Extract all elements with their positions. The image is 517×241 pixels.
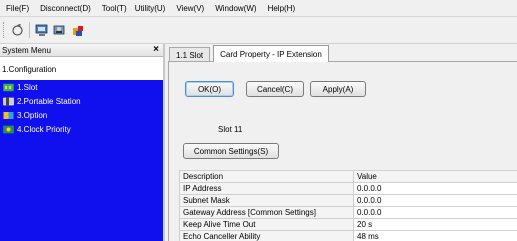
option-icon [3, 110, 14, 120]
tree-item-label: 1.Slot [17, 82, 38, 92]
user-icon[interactable] [52, 23, 67, 38]
configuration-tree: 1.Slot 2.Portable Station 3.Option 4.Clo… [0, 80, 163, 241]
menu-bar: File(F) Disconnect(D) Tool(T) Utility(U)… [0, 0, 517, 16]
toolbar-grip[interactable] [3, 22, 6, 38]
tree-item-label: 4.Clock Priority [17, 124, 71, 134]
table-row[interactable]: Keep Alive Time Out 20 s [179, 218, 517, 231]
table-row[interactable]: IP Address 0.0.0.0 [179, 182, 517, 195]
tree-item-label: 2.Portable Station [17, 96, 81, 106]
apply-button[interactable]: Apply(A) [310, 81, 366, 97]
table-row[interactable]: Echo Canceller Ability 48 ms [179, 230, 517, 241]
menu-file[interactable]: File(F) [6, 4, 29, 13]
tab-slot[interactable]: 1.1 Slot [169, 47, 211, 62]
column-header-value[interactable]: Value [353, 170, 517, 183]
menu-help[interactable]: Help(H) [268, 4, 296, 13]
system-menu-header: System Menu × [0, 44, 163, 57]
table-row[interactable]: Gateway Address [Common Settings] 0.0.0.… [179, 206, 517, 219]
toolbar-separator [29, 22, 30, 38]
tree-item-label: 3.Option [17, 110, 48, 120]
row-value[interactable]: 0.0.0.0 [353, 206, 517, 219]
row-description: Subnet Mask [179, 194, 354, 207]
row-description: IP Address [179, 182, 354, 195]
table-header-row: Description Value [179, 170, 517, 183]
toolbar [0, 16, 517, 44]
menu-window[interactable]: Window(W) [215, 4, 256, 13]
refresh-icon[interactable] [10, 23, 25, 38]
tree-item-portable-station[interactable]: 2.Portable Station [0, 94, 163, 108]
row-value[interactable]: 20 s [353, 218, 517, 231]
row-value[interactable]: 0.0.0.0 [353, 194, 517, 207]
clock-priority-icon [3, 124, 14, 134]
menu-utility[interactable]: Utility(U) [135, 4, 166, 13]
configuration-section[interactable]: 1.Configuration [0, 62, 163, 76]
connect-icon[interactable] [34, 23, 49, 38]
row-value[interactable]: 48 ms [353, 230, 517, 241]
main-panel: 1.1 Slot Card Property - IP Extension OK… [166, 44, 517, 241]
portable-station-icon [3, 96, 14, 106]
system-menu-panel: System Menu × 1.Configuration 1.Slot 2.P… [0, 44, 165, 241]
slot-icon [3, 82, 14, 92]
property-table: Description Value IP Address 0.0.0.0 Sub… [179, 170, 517, 241]
row-description: Echo Canceller Ability [179, 230, 354, 241]
tab-strip: 1.1 Slot Card Property - IP Extension [166, 45, 329, 62]
system-menu-title: System Menu [2, 45, 51, 55]
tree-item-clock-priority[interactable]: 4.Clock Priority [0, 122, 163, 136]
close-icon[interactable]: × [153, 45, 159, 55]
table-row[interactable]: Subnet Mask 0.0.0.0 [179, 194, 517, 207]
ok-button[interactable]: OK(O) [185, 81, 234, 97]
row-description: Keep Alive Time Out [179, 218, 354, 231]
plugin-icon[interactable] [70, 23, 85, 38]
cancel-button[interactable]: Cancel(C) [246, 81, 304, 97]
menu-view[interactable]: View(V) [176, 4, 204, 13]
menu-disconnect[interactable]: Disconnect(D) [40, 4, 91, 13]
row-value[interactable]: 0.0.0.0 [353, 182, 517, 195]
column-header-description[interactable]: Description [179, 170, 354, 183]
row-description: Gateway Address [Common Settings] [179, 206, 354, 219]
tab-content: OK(O) Cancel(C) Apply(A) Slot 11 Common … [168, 61, 517, 241]
tree-item-slot[interactable]: 1.Slot [0, 80, 163, 94]
tab-card-property[interactable]: Card Property - IP Extension [213, 45, 329, 62]
menu-tool[interactable]: Tool(T) [102, 4, 127, 13]
tree-item-option[interactable]: 3.Option [0, 108, 163, 122]
slot-number: Slot 11 [218, 125, 243, 134]
common-settings-button[interactable]: Common Settings(S) [183, 143, 279, 159]
